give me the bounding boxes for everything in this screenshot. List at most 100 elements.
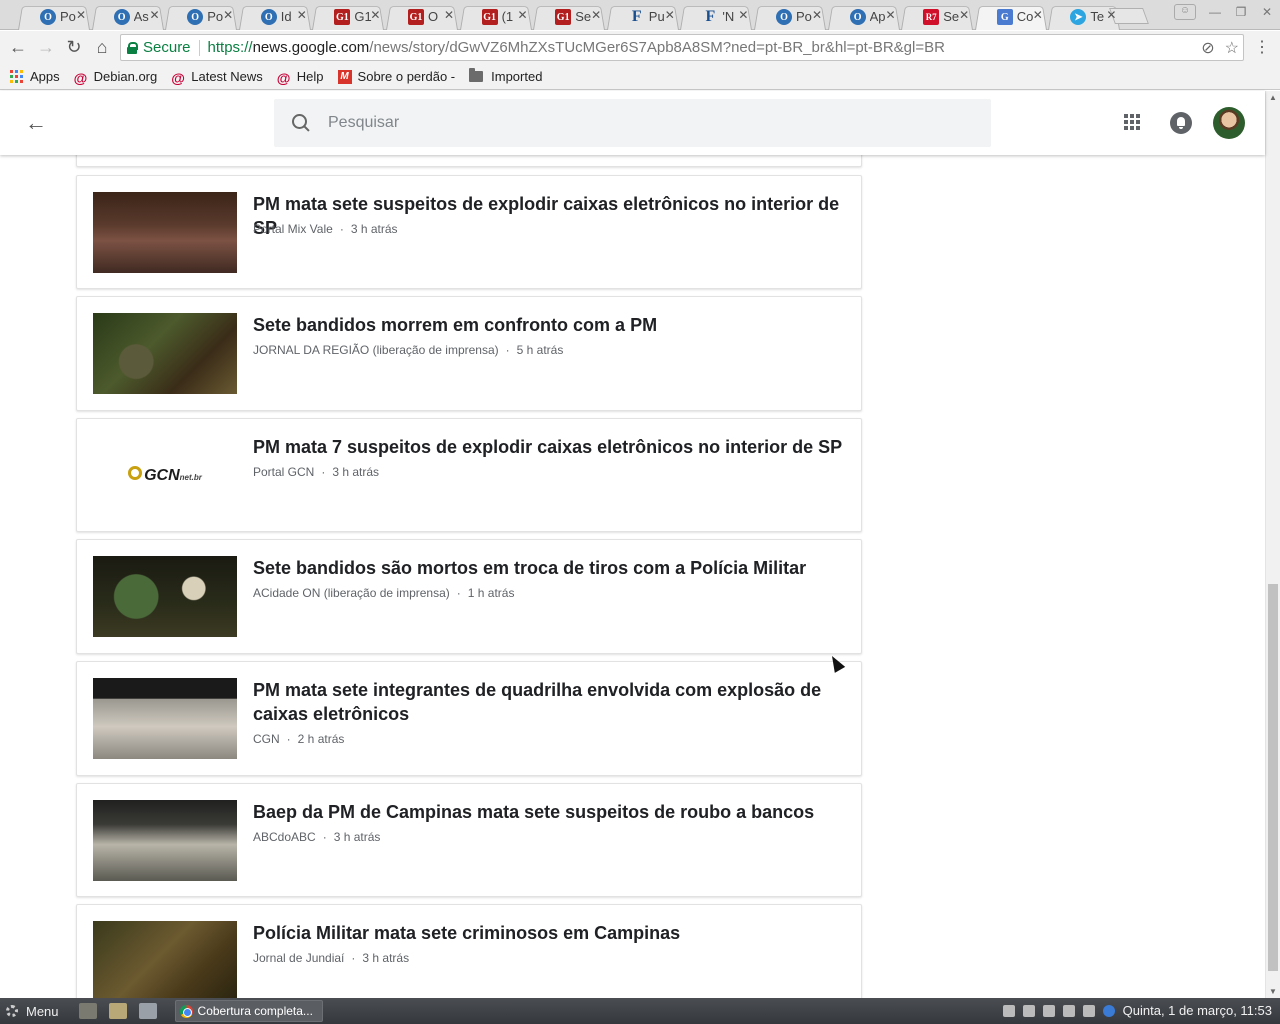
storage-icon[interactable] <box>1022 1004 1035 1017</box>
tab-close-icon[interactable]: ✕ <box>297 8 307 22</box>
tab-close-icon[interactable]: ✕ <box>518 8 528 22</box>
bluetooth-icon[interactable] <box>1102 1004 1115 1017</box>
reload-icon[interactable]: ↻ <box>60 34 88 62</box>
bookmark-latest-news[interactable]: @ Latest News <box>171 69 263 86</box>
google-apps-icon[interactable] <box>1124 114 1140 130</box>
maximize-button[interactable]: ❐ <box>1228 2 1254 22</box>
bookmark-folder-imported[interactable]: Imported <box>469 68 542 84</box>
page-scrollbar[interactable]: ▲ ▼ <box>1265 91 1280 998</box>
browser-tab[interactable]: G1 (1 ✕ <box>459 3 532 31</box>
article-source[interactable]: JORNAL DA REGIÃO (liberação de imprensa) <box>253 343 499 357</box>
network-icon[interactable] <box>1042 1004 1055 1017</box>
browser-tab[interactable]: G1 Se ✕ <box>533 3 606 31</box>
article-card[interactable]: PM mata sete integrantes de quadrilha en… <box>76 661 862 776</box>
minimize-button[interactable]: — <box>1202 2 1228 22</box>
article-card[interactable]: GCN net.br PM mata 7 suspeitos de explodi… <box>76 418 862 532</box>
scroll-down-icon[interactable]: ▼ <box>1269 987 1277 996</box>
tab-close-icon[interactable]: ✕ <box>76 8 86 22</box>
article-thumbnail[interactable]: GCN net.br <box>93 435 237 516</box>
article-card[interactable]: PM mata sete suspeitos de explodir caixa… <box>76 175 862 289</box>
tab-close-icon[interactable]: ✕ <box>223 8 233 22</box>
translate-blocked-icon[interactable]: ⊘ <box>1201 38 1214 58</box>
article-title[interactable]: PM mata 7 suspeitos de explodir caixas e… <box>253 435 847 459</box>
browser-tab[interactable]: G1 G1 ✕ <box>312 3 385 31</box>
folder-launcher-icon[interactable] <box>108 1003 127 1019</box>
browser-tab[interactable]: G Co ✕ <box>974 3 1047 31</box>
article-title[interactable]: PM mata sete integrantes de quadrilha en… <box>253 678 847 726</box>
bookmark-help[interactable]: @ Help <box>277 69 324 86</box>
tab-close-icon[interactable]: ✕ <box>738 8 748 22</box>
profile-icon[interactable]: ☺ <box>1174 4 1196 20</box>
article-source[interactable]: Portal Mix Vale <box>253 222 333 236</box>
tab-close-icon[interactable]: ✕ <box>959 8 969 22</box>
forward-icon[interactable]: → <box>32 34 60 62</box>
tab-close-icon[interactable]: ✕ <box>665 8 675 22</box>
start-menu-button[interactable]: Menu <box>0 1004 59 1019</box>
tab-close-icon[interactable]: ✕ <box>1106 8 1116 22</box>
scroll-up-icon[interactable]: ▲ <box>1269 93 1277 102</box>
browser-tab[interactable]: O Po ✕ <box>18 3 90 31</box>
clock[interactable]: Quinta, 1 de março, 11:53 <box>1123 1003 1272 1018</box>
search-input[interactable] <box>328 114 928 132</box>
brightness-icon[interactable] <box>1082 1004 1095 1017</box>
address-bar[interactable]: Secure https://news.google.com/news/stor… <box>120 34 1244 61</box>
article-thumbnail[interactable] <box>93 921 237 998</box>
bookmark-apps[interactable]: Apps <box>10 69 60 84</box>
taskbar-window-chrome[interactable]: Cobertura completa... <box>174 1000 323 1022</box>
tab-close-icon[interactable]: ✕ <box>591 8 601 22</box>
article-card[interactable]: Sete bandidos são mortos em troca de tir… <box>76 539 862 654</box>
browser-tab[interactable]: F Pu ✕ <box>606 3 679 31</box>
tab-close-icon[interactable]: ✕ <box>1033 8 1043 22</box>
article-card-partial[interactable] <box>76 155 862 167</box>
article-source[interactable]: CGN <box>253 732 280 746</box>
bookmark-sobre-o-perdao[interactable]: M Sobre o perdão - <box>337 69 455 84</box>
article-source[interactable]: Portal GCN <box>253 465 314 479</box>
article-thumbnail[interactable] <box>93 800 237 881</box>
browser-tab[interactable]: O Ap ✕ <box>827 3 900 31</box>
browser-tab[interactable]: ➤ Te ✕ <box>1048 3 1121 31</box>
article-title[interactable]: Polícia Militar mata sete criminosos em … <box>253 921 847 945</box>
bookmark-debian[interactable]: @ Debian.org <box>74 69 158 86</box>
tab-close-icon[interactable]: ✕ <box>370 8 380 22</box>
user-icon[interactable] <box>1002 1004 1015 1017</box>
browser-tab[interactable]: O Po ✕ <box>754 3 826 31</box>
article-card[interactable]: Sete bandidos morrem em confronto com a … <box>76 296 862 411</box>
tab-close-icon[interactable]: ✕ <box>444 8 454 22</box>
article-title[interactable]: Baep da PM de Campinas mata sete suspeit… <box>253 800 847 824</box>
back-icon[interactable]: ← <box>4 34 32 62</box>
terminal-launcher-icon[interactable] <box>138 1003 157 1019</box>
tab-close-icon[interactable]: ✕ <box>886 8 896 22</box>
browser-tab[interactable]: G1 O ✕ <box>386 3 458 31</box>
article-title[interactable]: Sete bandidos são mortos em troca de tir… <box>253 556 847 580</box>
browser-tab[interactable]: O Po ✕ <box>165 3 238 31</box>
volume-icon[interactable] <box>1062 1004 1075 1017</box>
browser-tab[interactable]: O As ✕ <box>91 3 164 31</box>
tab-close-icon[interactable]: ✕ <box>150 8 160 22</box>
article-card[interactable]: Baep da PM de Campinas mata sete suspeit… <box>76 783 862 897</box>
article-card[interactable]: Polícia Militar mata sete criminosos em … <box>76 904 862 998</box>
home-icon[interactable]: ⌂ <box>88 34 116 62</box>
secure-indicator[interactable]: Secure <box>121 39 191 56</box>
article-thumbnail[interactable] <box>93 313 237 394</box>
article-title[interactable]: Sete bandidos morrem em confronto com a … <box>253 313 847 337</box>
bookmark-star-icon[interactable]: ☆ <box>1225 38 1239 58</box>
tab-close-icon[interactable]: ✕ <box>812 8 822 22</box>
notifications-bell-icon[interactable] <box>1170 112 1192 134</box>
close-window-button[interactable]: ✕ <box>1254 2 1280 22</box>
article-source[interactable]: ABCdoABC <box>253 830 316 844</box>
back-arrow-icon[interactable]: ← <box>24 110 48 135</box>
avatar[interactable] <box>1213 107 1245 139</box>
article-thumbnail[interactable] <box>93 678 237 759</box>
search-bar[interactable] <box>274 99 991 147</box>
article-source[interactable]: ACidade ON (liberação de imprensa) <box>253 586 450 600</box>
article-source[interactable]: Jornal de Jundiaí <box>253 951 344 965</box>
browser-tab[interactable]: O Id ✕ <box>238 3 311 31</box>
file-manager-launcher-icon[interactable] <box>78 1003 97 1019</box>
article-thumbnail[interactable] <box>93 556 237 637</box>
scrollbar-thumb[interactable] <box>1268 584 1278 971</box>
browser-menu-icon[interactable]: ⋮ <box>1254 37 1270 57</box>
article-thumbnail[interactable] <box>93 192 237 273</box>
browser-tab[interactable]: R7 Se ✕ <box>901 3 974 31</box>
search-icon[interactable] <box>292 114 310 132</box>
browser-tab[interactable]: F 'N ✕ <box>680 3 753 31</box>
